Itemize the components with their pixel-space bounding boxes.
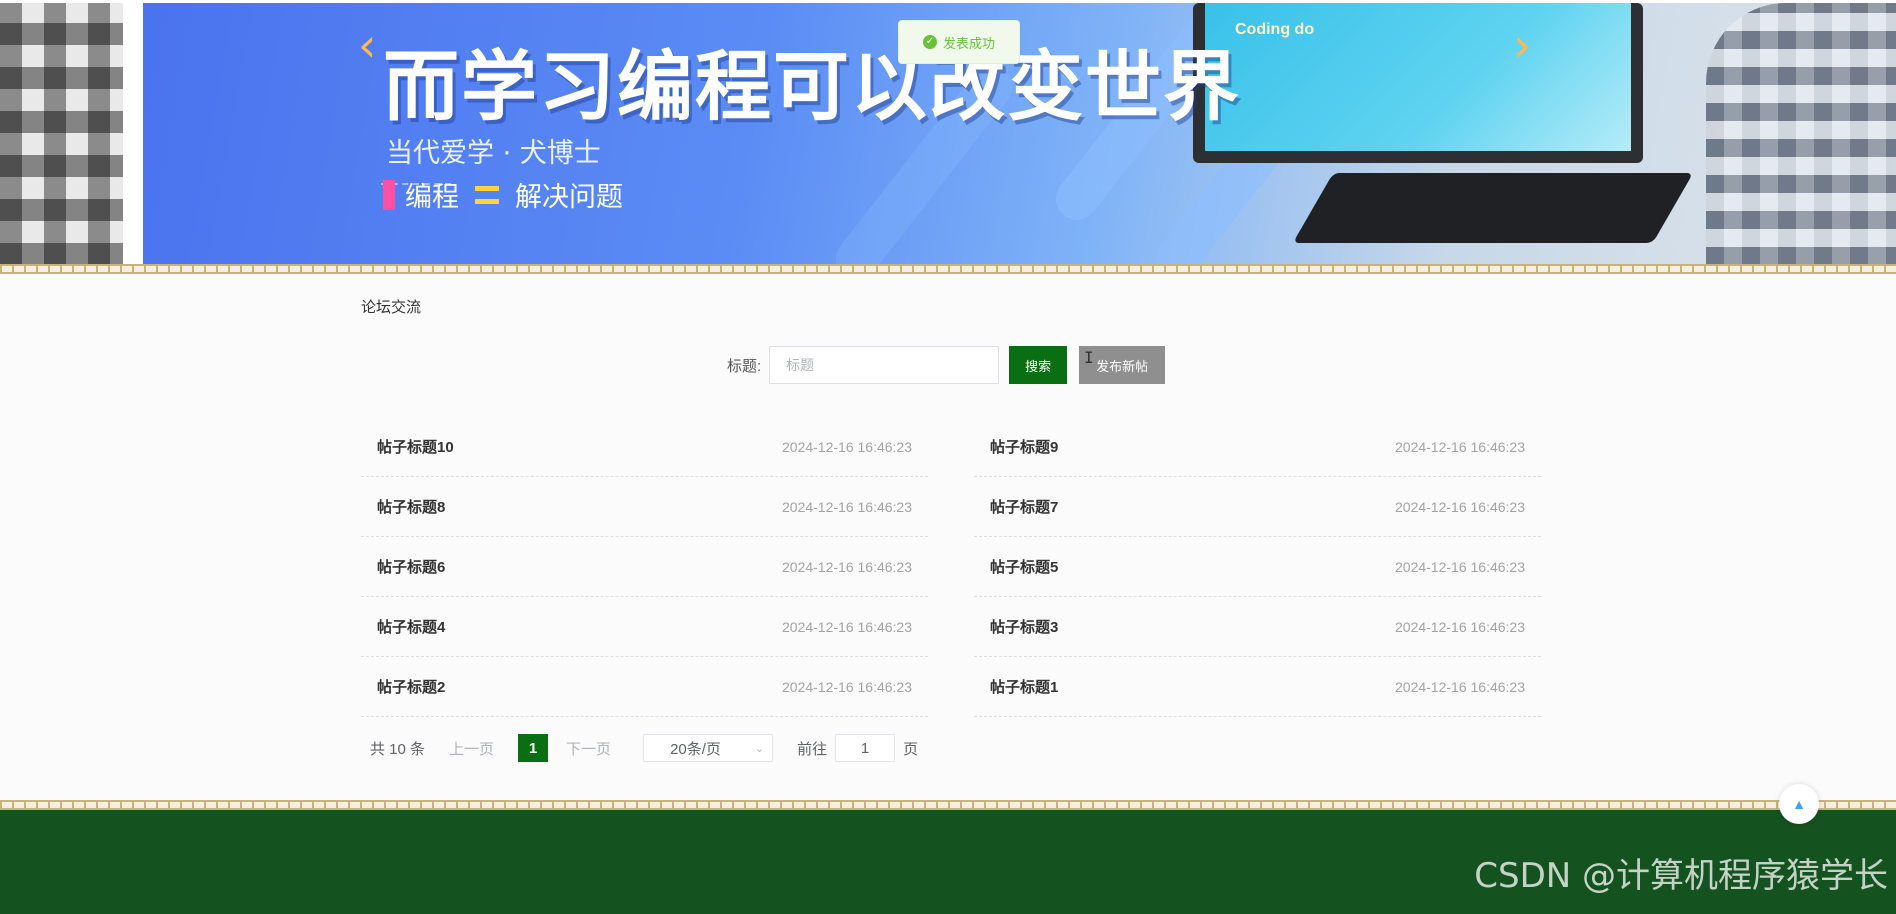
monitor-screen: Coding do (1205, 3, 1631, 151)
jump-suffix: 页 (903, 740, 919, 758)
page-title: 论坛交流 (361, 299, 422, 316)
search-label: 标题: (727, 357, 762, 375)
pagination-total: 共 10 条 (370, 740, 426, 758)
post-title: 帖子标题1 (990, 679, 1059, 696)
post-item[interactable]: 帖子标题7 2024-12-16 16:46:23 (974, 477, 1541, 537)
keyboard-image (1292, 173, 1694, 243)
pink-bar-decor (383, 179, 395, 210)
post-item[interactable]: 帖子标题3 2024-12-16 16:46:23 (974, 597, 1541, 657)
search-input[interactable] (769, 346, 1000, 384)
monitor-image: Coding do (1193, 3, 1643, 163)
post-time: 2024-12-16 16:46:23 (782, 678, 912, 695)
tagline-right: 解决问题 (515, 182, 623, 213)
chevron-left-icon[interactable]: ‹ (358, 22, 376, 68)
success-toast: ✓ 发表成功 (898, 20, 1020, 64)
post-time: 2024-12-16 16:46:23 (1395, 618, 1525, 635)
page-size-select[interactable]: 20条/页 ⌄ (643, 734, 774, 762)
tagline-left: 编程 (405, 182, 459, 213)
text-cursor-icon: I (1084, 348, 1094, 367)
toast-message: 发表成功 (942, 35, 995, 51)
person-image (1706, 3, 1896, 265)
post-time: 2024-12-16 16:46:23 (1395, 498, 1525, 515)
jump-label: 前往 (797, 740, 828, 758)
post-time: 2024-12-16 16:46:23 (782, 498, 912, 515)
post-title: 帖子标题2 (377, 679, 446, 696)
screen-text: Coding do (1235, 21, 1315, 38)
post-time: 2024-12-16 16:46:23 (782, 558, 912, 575)
post-time: 2024-12-16 16:46:23 (782, 618, 912, 635)
chevron-right-icon[interactable]: › (1513, 22, 1531, 68)
post-time: 2024-12-16 16:46:23 (1395, 558, 1525, 575)
carousel-prev-slide-image (0, 3, 123, 265)
post-time: 2024-12-16 16:46:23 (782, 438, 912, 455)
prev-page-button[interactable]: 上一页 (449, 738, 494, 759)
greek-key-border-top (0, 264, 1896, 274)
post-item[interactable]: 帖子标题4 2024-12-16 16:46:23 (361, 597, 928, 657)
post-title: 帖子标题5 (990, 559, 1059, 576)
watermark-text: CSDN @计算机程序猿学长 (1474, 856, 1888, 896)
post-time: 2024-12-16 16:46:23 (1395, 678, 1525, 695)
page-number-current[interactable]: 1 (518, 734, 549, 762)
post-title: 帖子标题10 (377, 439, 454, 456)
post-list: 帖子标题10 2024-12-16 16:46:23 帖子标题9 2024-12… (361, 417, 1541, 717)
post-item[interactable]: 帖子标题9 2024-12-16 16:46:23 (974, 417, 1541, 477)
banner-subtitle: 当代爱学 · 犬博士 (386, 138, 601, 169)
back-to-top-button[interactable]: ▲ (1779, 784, 1819, 824)
post-title: 帖子标题4 (377, 619, 446, 636)
post-title: 帖子标题3 (990, 619, 1059, 636)
post-item[interactable]: 帖子标题10 2024-12-16 16:46:23 (361, 417, 928, 477)
banner-tagline: 编程 解决问题 (383, 175, 623, 214)
post-title: 帖子标题8 (377, 499, 446, 516)
caret-up-icon: ▲ (1792, 796, 1806, 812)
chevron-down-icon: ⌄ (754, 742, 765, 755)
post-item[interactable]: 帖子标题5 2024-12-16 16:46:23 (974, 537, 1541, 597)
page-size-value: 20条/页 (670, 740, 721, 758)
post-item[interactable]: 帖子标题6 2024-12-16 16:46:23 (361, 537, 928, 597)
greek-key-border-bottom (0, 800, 1896, 810)
post-item[interactable]: 帖子标题2 2024-12-16 16:46:23 (361, 657, 928, 717)
search-bar: 标题: 搜索 发布新帖 (727, 346, 1166, 384)
post-title: 帖子标题9 (990, 439, 1059, 456)
post-item[interactable]: 帖子标题1 2024-12-16 16:46:23 (974, 657, 1541, 717)
post-item[interactable]: 帖子标题8 2024-12-16 16:46:23 (361, 477, 928, 537)
search-button[interactable]: 搜索 (1009, 346, 1068, 384)
banner-headline: 而学习编程可以改变世界 (383, 42, 1241, 131)
post-title: 帖子标题7 (990, 499, 1059, 516)
pagination: 共 10 条 上一页 1 下一页 20条/页 ⌄ 前往 页 (370, 734, 918, 762)
next-page-button[interactable]: 下一页 (566, 738, 611, 759)
post-title: 帖子标题6 (377, 559, 446, 576)
equals-decor (475, 185, 499, 204)
jump-page-input[interactable] (835, 734, 896, 762)
check-circle-icon: ✓ (922, 35, 937, 49)
post-time: 2024-12-16 16:46:23 (1395, 438, 1525, 455)
